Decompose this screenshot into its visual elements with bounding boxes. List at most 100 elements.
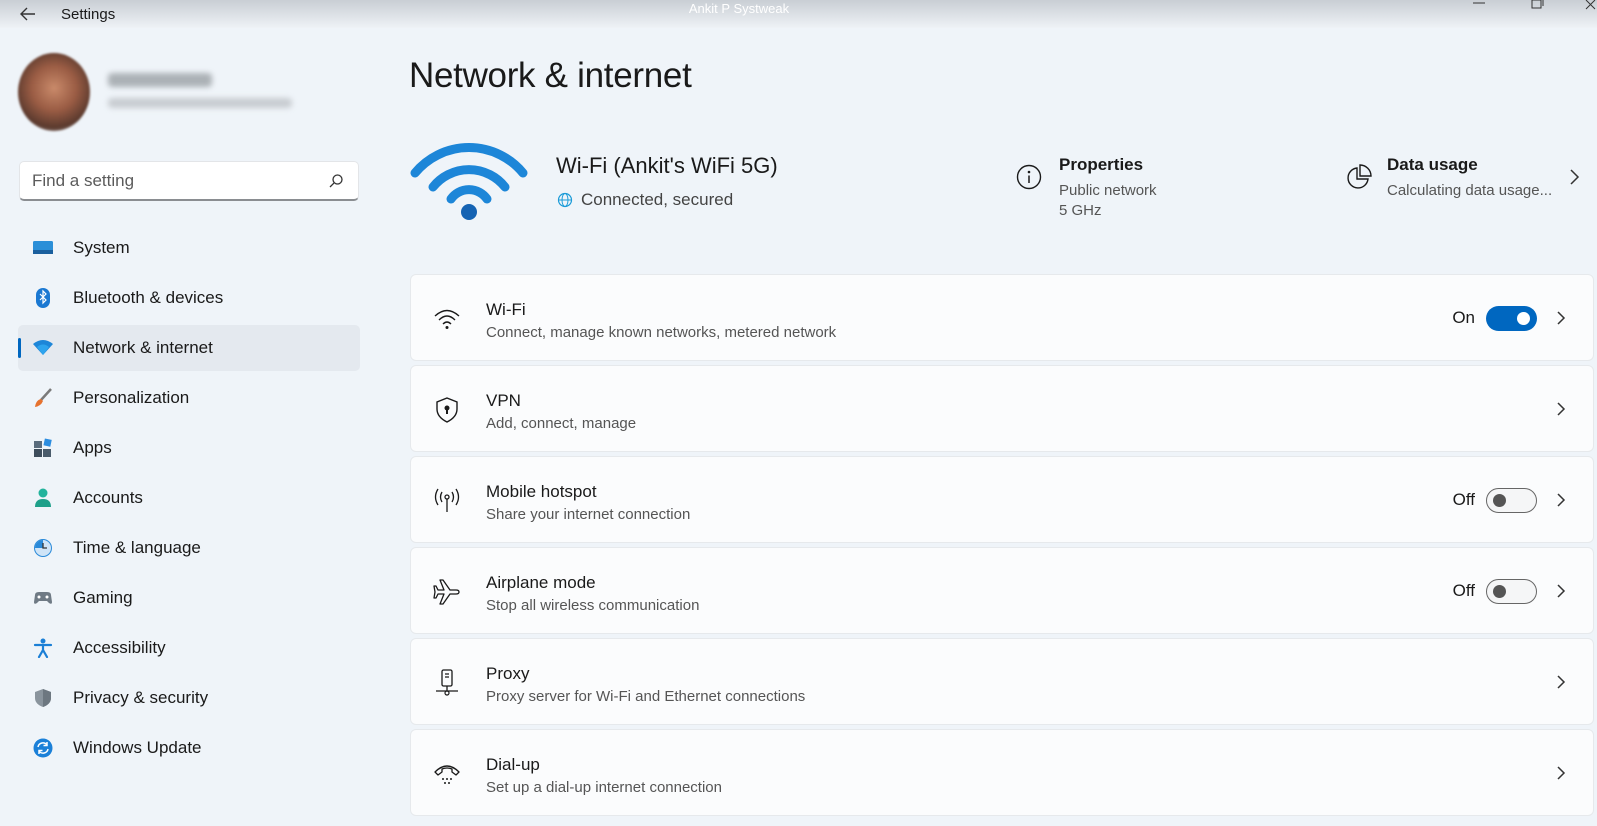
sidebar-item-network[interactable]: Network & internet [18, 325, 360, 371]
airplane-mode-toggle[interactable] [1486, 579, 1537, 604]
properties-link[interactable]: Properties [1059, 155, 1143, 175]
chevron-right-icon [1557, 584, 1566, 598]
sidebar-item-label: Accounts [73, 488, 143, 507]
chevron-right-icon[interactable] [1567, 168, 1581, 186]
sidebar-item-bluetooth[interactable]: Bluetooth & devices [18, 275, 360, 321]
search-input[interactable] [32, 170, 322, 192]
toggle-state-label: Off [1452, 581, 1475, 600]
avatar[interactable] [18, 53, 90, 131]
network-band: 5 GHz [1059, 202, 1102, 219]
toggle-knob [1493, 585, 1506, 598]
page-title: Network & internet [409, 56, 692, 95]
close-icon[interactable] [1584, 0, 1597, 12]
chevron-right-icon [1557, 766, 1566, 780]
airplane-icon [433, 579, 460, 605]
sidebar-item-label: Privacy & security [73, 688, 209, 707]
toggle-state-label: Off [1452, 490, 1475, 509]
toggle-knob [1493, 494, 1506, 507]
apps-icon [34, 438, 52, 457]
window-title: Ankit P Systweak [688, 1, 790, 16]
data-usage-icon[interactable] [1346, 164, 1372, 190]
title-bar: Settings Ankit P Systweak [0, 0, 1597, 28]
wifi-icon [434, 309, 460, 329]
search-box [19, 161, 359, 201]
sidebar-item-label: Accessibility [73, 638, 166, 657]
card-title: Airplane mode [486, 573, 596, 592]
dialup-icon [434, 765, 460, 784]
sidebar-item-personalization[interactable]: Personalization [18, 375, 360, 421]
sidebar-item-apps[interactable]: Apps [18, 425, 360, 471]
vpn-shield-icon [436, 397, 458, 423]
card-subtitle: Connect, manage known networks, metered … [486, 324, 837, 341]
card-title: VPN [486, 391, 521, 410]
mobile-hotspot-card[interactable]: Mobile hotspot Share your internet conne… [410, 456, 1594, 543]
data-usage-status: Calculating data usage... [1387, 182, 1553, 199]
sidebar-item-windows-update[interactable]: Windows Update [18, 725, 360, 771]
dialup-card[interactable]: Dial-up Set up a dial-up internet connec… [410, 729, 1594, 816]
sidebar-item-label: System [73, 238, 130, 257]
proxy-icon [436, 669, 458, 696]
settings-card-list: Wi-Fi Connect, manage known networks, me… [410, 274, 1594, 820]
sidebar-item-label: Personalization [73, 388, 190, 407]
connected-network-name: Wi-Fi (Ankit's WiFi 5G) [556, 153, 778, 178]
privacy-icon [35, 689, 51, 707]
wifi-card[interactable]: Wi-Fi Connect, manage known networks, me… [410, 274, 1594, 361]
card-title: Wi-Fi [486, 300, 526, 319]
card-title: Dial-up [486, 755, 540, 774]
windows-update-icon [33, 738, 53, 758]
toggle-knob [1517, 312, 1530, 325]
user-name-blurred [108, 73, 212, 87]
card-subtitle: Add, connect, manage [486, 415, 637, 432]
sidebar-item-label: Bluetooth & devices [73, 288, 224, 307]
toggle-state-label: On [1452, 308, 1475, 327]
info-icon[interactable] [1016, 164, 1042, 190]
card-subtitle: Share your internet connection [486, 506, 691, 523]
sidebar-item-system[interactable]: System [18, 225, 360, 271]
sidebar-item-accessibility[interactable]: Accessibility [18, 625, 360, 671]
minimize-icon[interactable] [1471, 0, 1487, 12]
wifi-hero-icon [410, 143, 528, 220]
sidebar-item-label: Gaming [73, 588, 133, 607]
chevron-right-icon [1557, 493, 1566, 507]
proxy-card[interactable]: Proxy Proxy server for Wi-Fi and Etherne… [410, 638, 1594, 725]
sidebar-item-label: Time & language [73, 538, 201, 557]
time-language-icon [34, 539, 52, 557]
personalization-icon [35, 388, 52, 407]
sidebar-item-gaming[interactable]: Gaming [18, 575, 360, 621]
vpn-card[interactable]: VPN Add, connect, manage [410, 365, 1594, 452]
sidebar: System Bluetooth & devices Network & int… [0, 28, 372, 826]
card-subtitle: Stop all wireless communication [486, 597, 700, 614]
chevron-right-icon [1557, 311, 1566, 325]
sidebar-item-accounts[interactable]: Accounts [18, 475, 360, 521]
connection-status: Connected, secured [581, 190, 734, 209]
card-title: Mobile hotspot [486, 482, 597, 501]
maximize-icon[interactable] [1529, 0, 1545, 12]
accessibility-icon [33, 638, 53, 658]
chevron-right-icon [1557, 675, 1566, 689]
search-icon[interactable] [328, 173, 344, 189]
sidebar-item-time-language[interactable]: Time & language [18, 525, 360, 571]
card-title: Proxy [486, 664, 530, 683]
wifi-toggle[interactable] [1486, 306, 1537, 331]
hotspot-icon [434, 488, 460, 512]
card-subtitle: Proxy server for Wi-Fi and Ethernet conn… [486, 688, 806, 705]
sidebar-item-label: Network & internet [73, 338, 213, 357]
chevron-right-icon [1557, 402, 1566, 416]
gaming-icon [34, 592, 52, 604]
sidebar-item-label: Windows Update [73, 738, 202, 757]
sidebar-nav: System Bluetooth & devices Network & int… [18, 225, 360, 775]
selected-indicator [18, 338, 21, 358]
sidebar-item-label: Apps [73, 438, 112, 457]
mobile-hotspot-toggle[interactable] [1486, 488, 1537, 513]
accounts-icon [35, 488, 51, 507]
data-usage-link[interactable]: Data usage [1387, 155, 1478, 175]
network-icon [33, 340, 53, 355]
globe-icon [557, 192, 573, 208]
bluetooth-icon [36, 288, 50, 308]
user-email-blurred [108, 98, 292, 108]
card-subtitle: Set up a dial-up internet connection [486, 779, 722, 796]
network-profile-type: Public network [1059, 182, 1157, 199]
sidebar-item-privacy[interactable]: Privacy & security [18, 675, 360, 721]
system-icon [33, 241, 53, 254]
airplane-mode-card[interactable]: Airplane mode Stop all wireless communic… [410, 547, 1594, 634]
